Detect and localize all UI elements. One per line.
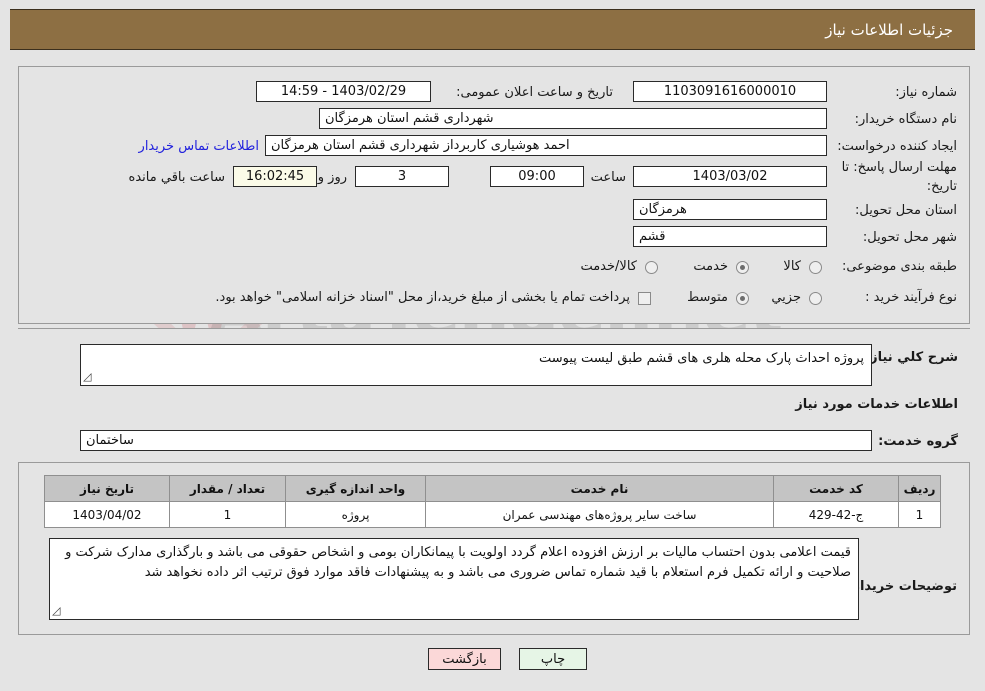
need-number-value: 1103091616000010 (633, 81, 827, 102)
treasury-docs-label: پرداخت تمام یا بخشی از مبلغ خرید،از محل … (215, 290, 630, 305)
buyer-org-value: شهرداری قشم استان هرمزگان (319, 108, 827, 129)
city-value: قشم (633, 226, 827, 247)
requester-label: ایجاد کننده درخواست: (837, 139, 957, 154)
general-desc-label: شرح کلي نیاز: (864, 350, 958, 365)
general-desc-textarea[interactable]: پروژه احداث پارک محله هلری های قشم طبق ل… (80, 344, 872, 386)
col-header-quantity: تعداد / مقدار (169, 475, 286, 502)
category-option-khedmat[interactable]: خدمت (693, 259, 728, 274)
deadline-time-label: ساعت (590, 170, 626, 185)
page-header: جزئیات اطلاعات نیاز (10, 9, 975, 50)
category-radio-kala-khedmat[interactable] (645, 261, 658, 274)
col-header-unit: واحد اندازه گیری (285, 475, 426, 502)
cell-need-date: 1403/04/02 (44, 501, 170, 528)
print-button[interactable]: چاپ (519, 648, 587, 670)
buyer-org-label: نام دستگاه خریدار: (854, 112, 957, 127)
purchase-type-option-motevaset[interactable]: متوسط (687, 290, 728, 305)
announce-datetime-value: 1403/02/29 - 14:59 (256, 81, 431, 102)
col-header-service-name: نام خدمت (425, 475, 774, 502)
deadline-label: مهلت ارسال پاسخ: تا تاریخ: (841, 160, 957, 194)
service-info-section: شرح کلي نیاز: پروژه احداث پارک محله هلری… (18, 328, 970, 460)
category-option-kala[interactable]: کالا (783, 259, 801, 274)
resize-grip-icon-notes[interactable]: ◺ (52, 602, 60, 619)
resize-grip-icon[interactable]: ◺ (83, 368, 91, 385)
deadline-time-value: 09:00 (490, 166, 584, 187)
col-header-need-date: تاریخ نیاز (44, 475, 170, 502)
service-section-title: اطلاعات خدمات مورد نیاز (795, 397, 958, 412)
category-radio-khedmat[interactable] (736, 261, 749, 274)
province-value: هرمزگان (633, 199, 827, 220)
service-table: ردیف کد خدمت نام خدمت واحد اندازه گیری ت… (44, 475, 941, 528)
cell-quantity: 1 (169, 501, 286, 528)
need-number-label: شماره نیاز: (895, 85, 957, 100)
service-table-panel: ردیف کد خدمت نام خدمت واحد اندازه گیری ت… (18, 462, 970, 635)
cell-service-code: ج-42-429 (773, 501, 899, 528)
deadline-days-suffix: روز و (317, 170, 347, 185)
deadline-days-value: 3 (355, 166, 449, 187)
back-button[interactable]: بازگشت (428, 648, 501, 670)
province-label: استان محل تحویل: (855, 203, 957, 218)
buyer-notes-textarea[interactable]: قیمت اعلامی بدون احتساب مالیات بر ارزش ا… (49, 538, 859, 620)
announce-datetime-label: تاریخ و ساعت اعلان عمومی: (456, 85, 613, 100)
purchase-type-radio-jozi[interactable] (809, 292, 822, 305)
category-radio-kala[interactable] (809, 261, 822, 274)
treasury-docs-checkbox[interactable] (638, 292, 651, 305)
buyer-notes-label: توضیحات خریدار: (847, 579, 957, 594)
purchase-type-option-jozi[interactable]: جزیي (771, 290, 801, 305)
col-header-row-no: ردیف (898, 475, 941, 502)
service-group-value: ساختمان (80, 430, 872, 451)
deadline-date-value: 1403/03/02 (633, 166, 827, 187)
deadline-countdown-suffix: ساعت باقي مانده (128, 170, 225, 185)
category-option-kala-khedmat[interactable]: کالا/خدمت (580, 259, 637, 274)
cell-service-name: ساخت سایر پروژه‌های مهندسی عمران (425, 501, 774, 528)
table-header-row: ردیف کد خدمت نام خدمت واحد اندازه گیری ت… (44, 475, 941, 502)
cell-unit: پروژه (285, 501, 426, 528)
table-row: 1 ج-42-429 ساخت سایر پروژه‌های مهندسی عم… (44, 501, 941, 528)
city-label: شهر محل تحویل: (862, 230, 957, 245)
need-info-panel: شماره نیاز: 1103091616000010 تاریخ و ساع… (18, 66, 970, 324)
deadline-countdown-value: 16:02:45 (233, 166, 317, 187)
category-label: طبقه بندی موضوعی: (841, 259, 957, 274)
purchase-type-radio-motevaset[interactable] (736, 292, 749, 305)
purchase-type-label: نوع فرآیند خرید : (865, 290, 957, 305)
page-title: جزئیات اطلاعات نیاز (825, 20, 953, 39)
general-desc-value: پروژه احداث پارک محله هلری های قشم طبق ل… (538, 351, 864, 366)
cell-row-no: 1 (898, 501, 941, 528)
requester-value: احمد هوشیاری کاربرداز شهرداری قشم استان … (265, 135, 827, 156)
col-header-service-code: کد خدمت (773, 475, 899, 502)
service-group-label: گروه خدمت: (878, 434, 958, 449)
buyer-contact-link[interactable]: اطلاعات تماس خریدار (139, 139, 259, 154)
buyer-notes-value: قیمت اعلامی بدون احتساب مالیات بر ارزش ا… (65, 545, 851, 581)
